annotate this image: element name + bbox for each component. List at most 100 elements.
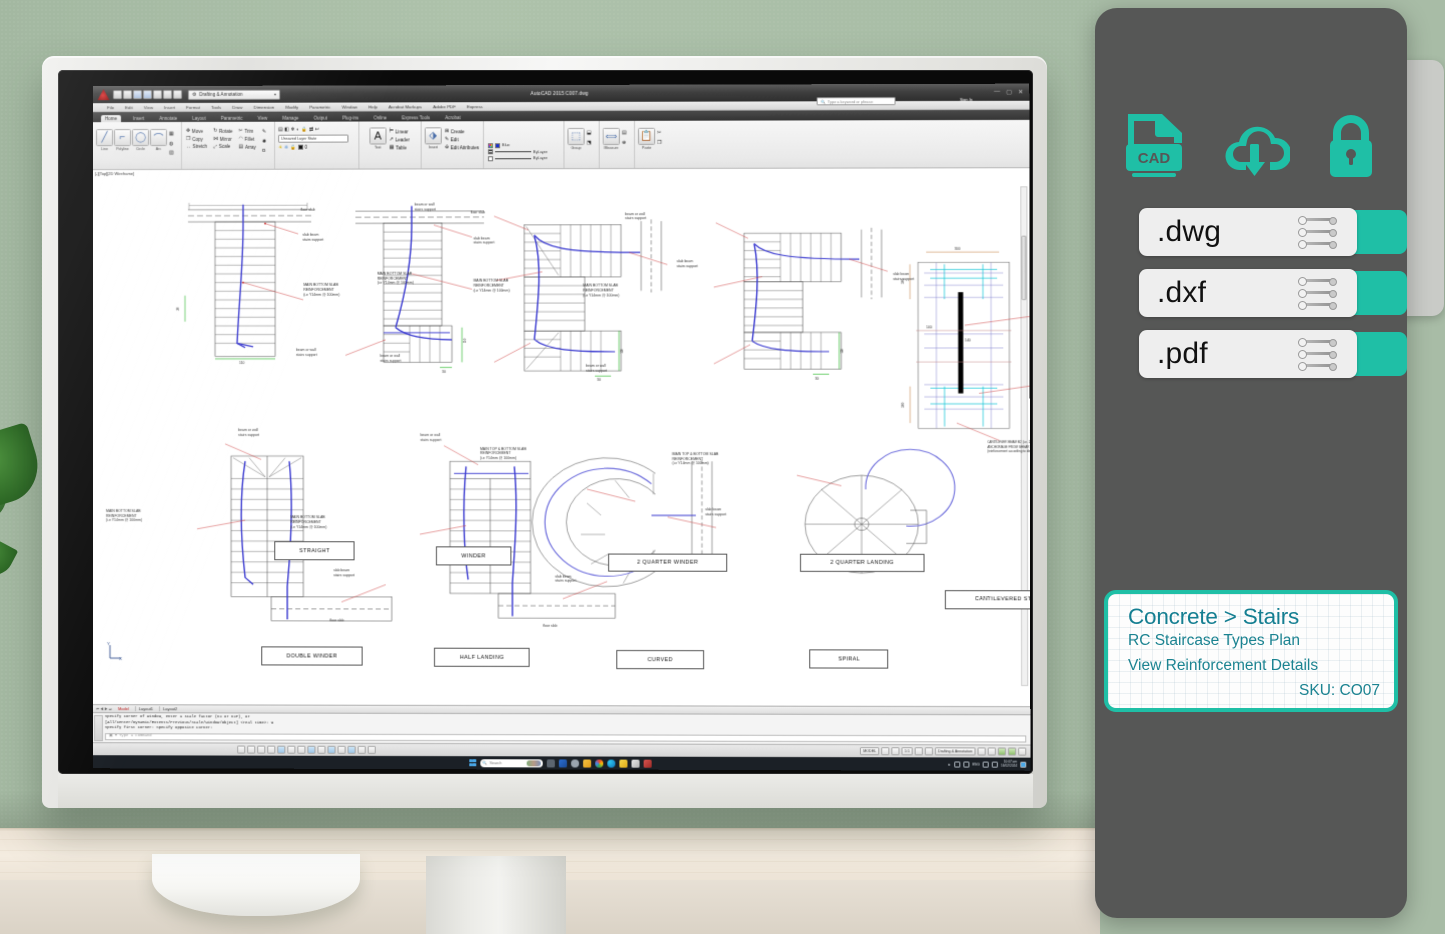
id-point-icon[interactable]: ⊕ (622, 139, 630, 147)
format-row-dxf[interactable]: .dxf (1139, 269, 1407, 317)
layer-previous-icon[interactable]: ↩ (315, 127, 319, 133)
menu-window[interactable]: Window (342, 104, 358, 109)
tab-layout1[interactable]: Layout1 (134, 706, 157, 712)
tool-trim[interactable]: ✂ Trim (239, 128, 256, 134)
tab-layout2[interactable]: Layout2 (159, 706, 181, 712)
volume-icon[interactable] (982, 761, 989, 768)
tool-arc[interactable]: ⌒ Arc (150, 128, 168, 151)
menu-dimension[interactable]: Dimension (254, 104, 275, 109)
pdf-card[interactable]: .pdf (1139, 330, 1357, 378)
hatch-icon[interactable]: ▦ (169, 131, 177, 139)
taskbar-search[interactable]: 🔍 Search (479, 758, 543, 767)
lineweight-display-icon[interactable] (327, 745, 336, 754)
tray-expand-icon[interactable]: ▲ (947, 762, 950, 766)
quick-calc-icon[interactable]: ▤ (622, 130, 630, 138)
ortho-mode-icon[interactable] (257, 745, 266, 754)
tool-linear-dim[interactable]: ⊢ Linear (389, 128, 409, 134)
edge-icon[interactable] (606, 759, 615, 768)
workspace-switching-button[interactable]: Drafting & Annotation (934, 747, 976, 756)
autoscale-icon[interactable] (924, 747, 933, 756)
cloud-tray-icon[interactable] (953, 760, 961, 768)
layer-lock-icon[interactable]: 🔒 (301, 127, 307, 133)
group-edit-icon[interactable]: ⬔ (587, 140, 595, 148)
transparency-icon[interactable] (337, 745, 346, 754)
layer-on-icon[interactable]: ☀ (278, 144, 282, 150)
workspace-selector[interactable]: ⚙ Drafting & Annotation ▾ (188, 89, 281, 100)
explode-icon[interactable]: ✺ (262, 138, 270, 146)
notes-icon[interactable] (618, 759, 627, 768)
tool-fillet[interactable]: ◠ Fillet (239, 136, 256, 142)
tool-leader[interactable]: ↗ Leader (389, 136, 409, 142)
isolate-objects-icon[interactable] (987, 747, 996, 756)
tool-stretch[interactable]: ↔ Stretch (186, 144, 207, 149)
tool-paste[interactable]: 📋 Paste (638, 127, 656, 150)
object-snap-tracking-icon[interactable] (297, 745, 306, 754)
tool-group[interactable]: ⬚ Group (567, 127, 585, 150)
paper-space-icon[interactable] (891, 747, 900, 756)
menu-adobe-pdf[interactable]: Adobe PDF (433, 104, 456, 109)
menu-insert[interactable]: Insert (164, 104, 175, 109)
ime-indicator[interactable]: ENG (972, 762, 979, 766)
layer-properties-icon[interactable]: ▤ (278, 127, 282, 133)
tool-mirror[interactable]: ⋈ Mirror (213, 136, 232, 142)
layout-nav-buttons[interactable]: ⏮ ◀ ▶ ⏭ (96, 707, 112, 711)
save-icon[interactable] (133, 90, 143, 100)
windows-taskbar[interactable]: 🔍 Search ▲ ENG 10:07 am 16/02/2024 (92, 755, 1031, 771)
menu-help[interactable]: Help (368, 104, 377, 109)
autocad-taskbar-icon[interactable] (631, 759, 640, 768)
layer-freeze-icon[interactable]: ❄ (291, 127, 295, 133)
tool-scale[interactable]: ⤢ Scale (213, 144, 232, 149)
dxf-card[interactable]: .dxf (1139, 269, 1357, 317)
layer-off-icon[interactable]: ◐ (297, 127, 300, 132)
menu-modify[interactable]: Modify (285, 104, 298, 109)
folder-icon[interactable] (582, 758, 591, 768)
grid-display-icon[interactable] (247, 745, 256, 754)
snap-mode-icon[interactable] (237, 745, 246, 754)
tool-insert-block[interactable]: ⬗ Insert (424, 127, 442, 149)
task-view-icon[interactable] (546, 758, 555, 767)
menu-file[interactable]: File (107, 105, 114, 110)
dwg-card[interactable]: .dwg (1139, 208, 1357, 256)
3d-object-snap-icon[interactable] (287, 745, 296, 754)
sign-in-control[interactable]: Sign In (960, 97, 973, 102)
status-toggles[interactable] (237, 745, 376, 754)
plot-icon[interactable] (153, 90, 163, 100)
close-icon[interactable]: ✕ (1018, 89, 1023, 96)
gradient-icon[interactable]: ◍ (169, 140, 177, 148)
annotation-visibility-icon[interactable] (914, 747, 923, 756)
tool-move[interactable]: ✥ Move (186, 128, 207, 134)
dynamic-input-icon[interactable] (317, 745, 326, 754)
open-file-icon[interactable] (123, 90, 133, 100)
tool-circle[interactable]: ◯ Circle (132, 129, 150, 151)
boundary-icon[interactable]: ▧ (169, 150, 177, 158)
menu-draw[interactable]: Draw (232, 104, 242, 109)
tool-array[interactable]: ▤ Array (239, 144, 256, 150)
annotation-monitor-icon[interactable] (357, 745, 366, 754)
maximize-icon[interactable]: ▢ (1006, 89, 1012, 96)
pdf-reader-icon[interactable] (643, 759, 652, 768)
windows-start-icon[interactable] (468, 759, 476, 767)
current-layer-row[interactable]: ☀ ❋ 🔓 0 (278, 144, 307, 150)
copy-clip-icon[interactable]: ❐ (657, 139, 665, 147)
ungroup-icon[interactable]: ⬓ (587, 130, 595, 138)
tool-edit-block[interactable]: ✎ Edit (445, 136, 479, 142)
layer-color-swatch[interactable] (297, 144, 303, 150)
system-tray[interactable]: ▲ ENG 10:07 am 16/02/2024 (947, 759, 1027, 768)
layer-unlock-icon[interactable]: 🔓 (290, 144, 296, 150)
object-snap-icon[interactable] (277, 745, 286, 754)
window-controls[interactable]: — ▢ ✕ (994, 89, 1029, 96)
offset-icon[interactable]: ⧉ (262, 148, 270, 156)
menu-edit[interactable]: Edit (125, 105, 133, 110)
menu-view[interactable]: View (144, 105, 153, 110)
tool-measure[interactable]: ⟺ Measure (602, 127, 620, 150)
model-layout-icon[interactable] (881, 747, 890, 756)
save-as-icon[interactable] (143, 90, 153, 100)
chrome-icon[interactable] (594, 759, 603, 768)
hardware-acceleration-icon[interactable] (977, 747, 986, 756)
infocenter-search[interactable]: 🔍 Type a keyword or phrase (816, 97, 896, 106)
tab-home[interactable]: Home (101, 115, 122, 123)
drawing-viewport[interactable]: [-][Top][2D Wireframe] 110 30 110 30 110… (92, 167, 1031, 693)
format-row-pdf[interactable]: .pdf (1139, 330, 1407, 378)
property-color-row[interactable]: Blue (488, 142, 547, 149)
quick-access-toolbar[interactable] (113, 89, 183, 100)
